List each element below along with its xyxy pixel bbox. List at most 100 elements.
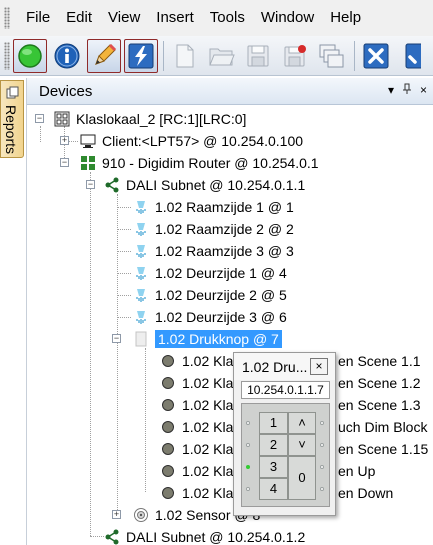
tree-node-label: en Scene 1.1 — [338, 353, 421, 369]
keypad-key-3[interactable]: 3 — [259, 456, 288, 478]
reports-tab[interactable]: Reports — [0, 80, 24, 158]
button-state-icon — [162, 421, 174, 433]
toolbar-separator-2 — [354, 40, 356, 71]
delete-button[interactable] — [359, 39, 393, 73]
tree-node-lamp[interactable]: 1.02 Deurzijde 1 @ 4 — [133, 262, 287, 284]
tree-node-button[interactable]: 1.02 Kla — [160, 350, 233, 372]
tree-node-subnet[interactable]: DALI Subnet @ 10.254.0.1.2 — [104, 526, 305, 545]
info-button[interactable] — [50, 39, 84, 73]
keypad-popup-close-button[interactable]: × — [310, 358, 328, 375]
tree-node-lamp[interactable]: 1.02 Raamzijde 3 @ 3 — [133, 240, 294, 262]
root-collapse-toggle[interactable]: − — [35, 114, 44, 123]
tree-node-drukknop[interactable]: 1.02 Drukknop @ 7 — [133, 328, 282, 350]
keypad-led — [246, 487, 250, 491]
save-button[interactable] — [241, 39, 275, 73]
tree-node-root[interactable]: Klaslokaal_2 [RC:1][LRC:0] — [54, 108, 246, 130]
tree-node-label: 910 - Digidim Router @ 10.254.0.1 — [102, 155, 319, 171]
toolbar-separator — [162, 40, 164, 71]
drukknop-collapse-toggle[interactable]: − — [112, 334, 121, 343]
tree-node-label: 1.02 Raamzijde 1 @ 1 — [155, 199, 294, 215]
tree-line — [117, 207, 131, 208]
keypad-key-4[interactable]: 4 — [259, 478, 288, 500]
tree-node-button[interactable]: 1.02 Kla — [160, 416, 233, 438]
keypad-key-2[interactable]: 2 — [259, 434, 288, 456]
pencil-icon — [94, 43, 116, 65]
client-expand-toggle[interactable]: + — [60, 136, 69, 145]
router-collapse-toggle[interactable]: − — [60, 158, 69, 167]
menu-insert[interactable]: Insert — [148, 0, 202, 36]
keypad-key-1[interactable]: 1 — [259, 412, 288, 434]
tree-node-label: 1.02 Kla — [182, 463, 234, 479]
button-state-icon — [162, 487, 174, 499]
tree-node-label: en Scene 1.2 — [338, 375, 421, 391]
tree-node-label: 1.02 Kla — [182, 353, 234, 369]
tree-node-label: 1.02 Kla — [182, 397, 234, 413]
tree-node-lamp[interactable]: 1.02 Raamzijde 1 @ 1 — [133, 196, 294, 218]
router-icon — [81, 156, 95, 170]
save-as-button[interactable] — [278, 39, 312, 73]
tree-line — [117, 273, 131, 274]
tree-node-label: 1.02 Raamzijde 2 @ 2 — [155, 221, 294, 237]
save-icon — [247, 45, 269, 66]
connect-green-icon — [18, 43, 42, 68]
tree-node-button[interactable]: 1.02 Kla — [160, 482, 233, 504]
tree-node-button[interactable]: 1.02 Kla — [160, 394, 233, 416]
tree-node-button[interactable]: 1.02 Kla — [160, 372, 233, 394]
windows-button[interactable] — [315, 39, 349, 73]
menu-file[interactable]: File — [18, 0, 58, 36]
toolbar-grip[interactable] — [4, 41, 10, 70]
menu-window[interactable]: Window — [253, 0, 322, 36]
menu-help[interactable]: Help — [322, 0, 369, 36]
menu-view[interactable]: View — [100, 0, 148, 36]
reports-tab-label: Reports — [3, 105, 19, 155]
check-icon — [405, 43, 422, 68]
tree-node-label: en Scene 1.3 — [338, 397, 421, 413]
network-icon — [105, 529, 119, 545]
tree-node-button-label-tail: en Scene 1.1 — [338, 350, 421, 372]
tree-node-client[interactable]: Client:<LPT57> @ 10.254.0.100 — [80, 130, 303, 152]
tree-node-button-label-tail: en Up — [338, 460, 375, 482]
tree-node-label: 1.02 Deurzijde 2 @ 5 — [155, 287, 287, 303]
tree-node-button[interactable]: 1.02 Kla — [160, 460, 233, 482]
keypad-led — [246, 443, 250, 447]
apply-button[interactable] — [396, 39, 430, 73]
pin-icon[interactable] — [402, 83, 412, 95]
lamp-icon — [136, 267, 146, 280]
tree-node-router[interactable]: 910 - Digidim Router @ 10.254.0.1 — [80, 152, 319, 174]
tree-node-lamp[interactable]: 1.02 Raamzijde 2 @ 2 — [133, 218, 294, 240]
connect-button[interactable] — [12, 38, 47, 73]
button-state-icon — [162, 465, 174, 477]
keypad-key-up[interactable]: ˄ — [288, 412, 316, 434]
menu-grip[interactable] — [4, 7, 10, 29]
tree-node-subnet[interactable]: DALI Subnet @ 10.254.0.1.1 — [104, 174, 305, 196]
tree-node-button[interactable]: 1.02 Kla — [160, 438, 233, 460]
keypad-key-down[interactable]: ˅ — [288, 434, 316, 456]
button-state-icon — [162, 443, 174, 455]
open-button[interactable] — [205, 39, 239, 73]
devices-panel-title: Devices — [39, 82, 93, 100]
flash-button[interactable] — [123, 38, 158, 73]
subnet-collapse-toggle[interactable]: − — [86, 180, 95, 189]
tree-node-label: uch Dim Block — [338, 419, 428, 435]
keypad-popup-titlebar[interactable]: 1.02 Dru... × — [234, 353, 335, 380]
tree-node-lamp[interactable]: 1.02 Deurzijde 3 @ 6 — [133, 306, 287, 328]
tree-node-label: 1.02 Kla — [182, 375, 234, 391]
reports-icon — [6, 86, 19, 99]
computer-icon — [80, 134, 96, 148]
tree-line — [117, 295, 131, 296]
keypad-led — [320, 487, 324, 491]
tree-node-label: en Up — [338, 463, 376, 479]
tree-node-button-label-tail: en Scene 1.3 — [338, 394, 421, 416]
menu-bar: File Edit View Insert Tools Window Help — [0, 0, 433, 36]
panel-menu-chevron-icon[interactable]: ▾ — [388, 83, 394, 97]
keypad-popup-title: 1.02 Dru... — [242, 358, 308, 375]
panel-close-icon[interactable]: × — [420, 83, 427, 97]
keypad-key-0[interactable]: 0 — [288, 456, 316, 500]
tree-node-lamp[interactable]: 1.02 Deurzijde 2 @ 5 — [133, 284, 287, 306]
menu-tools[interactable]: Tools — [202, 0, 253, 36]
new-button[interactable] — [168, 39, 202, 73]
edit-button[interactable] — [86, 38, 121, 73]
menu-edit[interactable]: Edit — [58, 0, 100, 36]
sensor-expand-toggle[interactable]: + — [112, 510, 121, 519]
keypad: 1 2 3 4 ˄ ˅ 0 — [241, 403, 330, 507]
